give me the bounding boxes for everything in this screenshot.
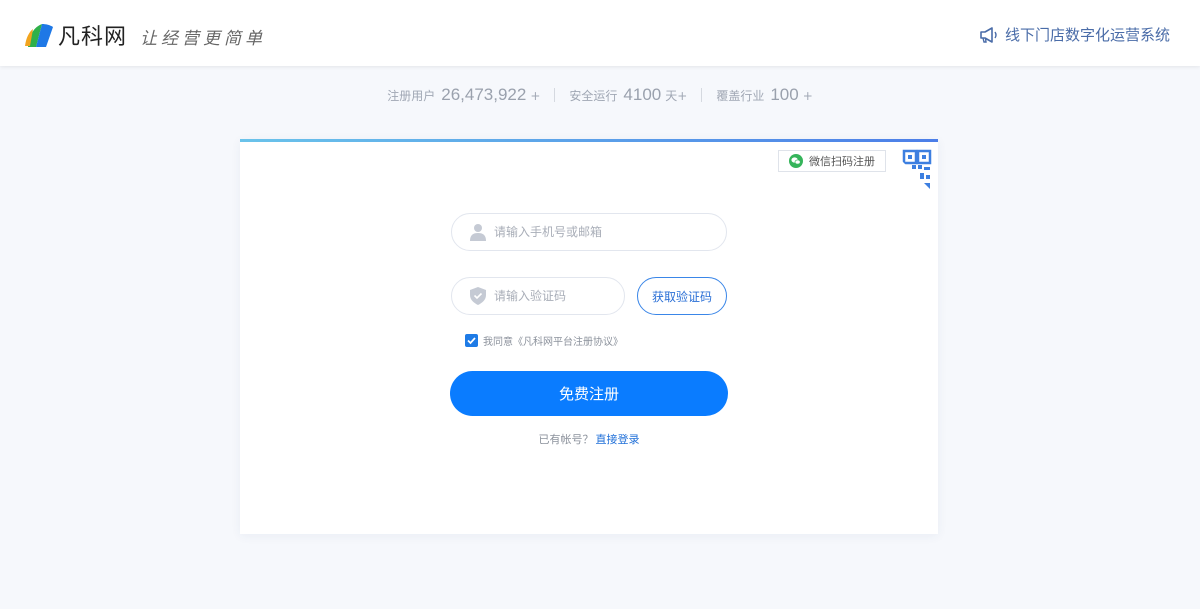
user-icon <box>470 224 486 241</box>
free-register-button[interactable]: 免费注册 <box>450 371 728 416</box>
logo-name: 凡科网 <box>58 25 128 50</box>
check-icon <box>467 337 476 345</box>
stat-registered-users: 注册用户 26,473,922 + <box>373 85 554 105</box>
get-code-button[interactable]: 获取验证码 <box>637 277 727 315</box>
agree-checkbox[interactable] <box>465 334 478 347</box>
has-account-text: 已有帐号？ <box>538 433 594 446</box>
stat-industries: 覆盖行业 100 + <box>702 85 826 105</box>
stat-suffix: + <box>530 89 541 103</box>
stat-label: 安全运行 <box>569 89 618 103</box>
stat-value: 100 <box>770 85 799 104</box>
stats-bar: 注册用户 26,473,922 + 安全运行 4100 天+ 覆盖行业 100 … <box>0 84 1200 106</box>
verify-code-input[interactable] <box>494 289 604 303</box>
agreement-link[interactable]: 我同意《凡科网平台注册协议》 <box>483 333 623 348</box>
stat-safe-running: 安全运行 4100 天+ <box>555 85 701 105</box>
stat-value: 4100 <box>623 85 662 104</box>
wechat-register-tip[interactable]: 微信扫码注册 <box>778 150 886 172</box>
stat-label: 覆盖行业 <box>716 89 765 103</box>
logo[interactable]: 凡科网 <box>24 18 127 52</box>
slogan: 让经营更简单 <box>140 29 266 49</box>
wechat-register-label: 微信扫码注册 <box>809 155 875 168</box>
agreement-row: 我同意《凡科网平台注册协议》 <box>465 333 623 348</box>
offline-store-link[interactable]: 线下门店数字化运营系统 <box>979 24 1170 45</box>
phone-email-field[interactable] <box>451 213 727 251</box>
megaphone-icon <box>980 26 997 43</box>
top-header: 凡科网 让经营更简单 线下门店数字化运营系统 <box>0 0 1200 66</box>
offline-store-link-label: 线下门店数字化运营系统 <box>1004 26 1170 44</box>
stat-value: 26,473,922 <box>441 85 527 104</box>
logo-mark-icon <box>25 24 53 47</box>
verify-code-field[interactable] <box>451 277 625 315</box>
direct-login-link[interactable]: 直接登录 <box>596 433 640 446</box>
login-prompt: 已有帐号？ 直接登录 <box>240 431 938 447</box>
register-card: 微信扫码注册 获取验证码 <box>240 139 938 534</box>
stat-suffix: + <box>802 89 813 103</box>
shield-icon <box>470 287 486 305</box>
qr-code-icon[interactable] <box>890 149 932 191</box>
phone-email-input[interactable] <box>494 225 694 239</box>
stat-suffix: 天+ <box>665 89 688 103</box>
stat-label: 注册用户 <box>387 89 436 103</box>
wechat-icon <box>789 154 803 168</box>
